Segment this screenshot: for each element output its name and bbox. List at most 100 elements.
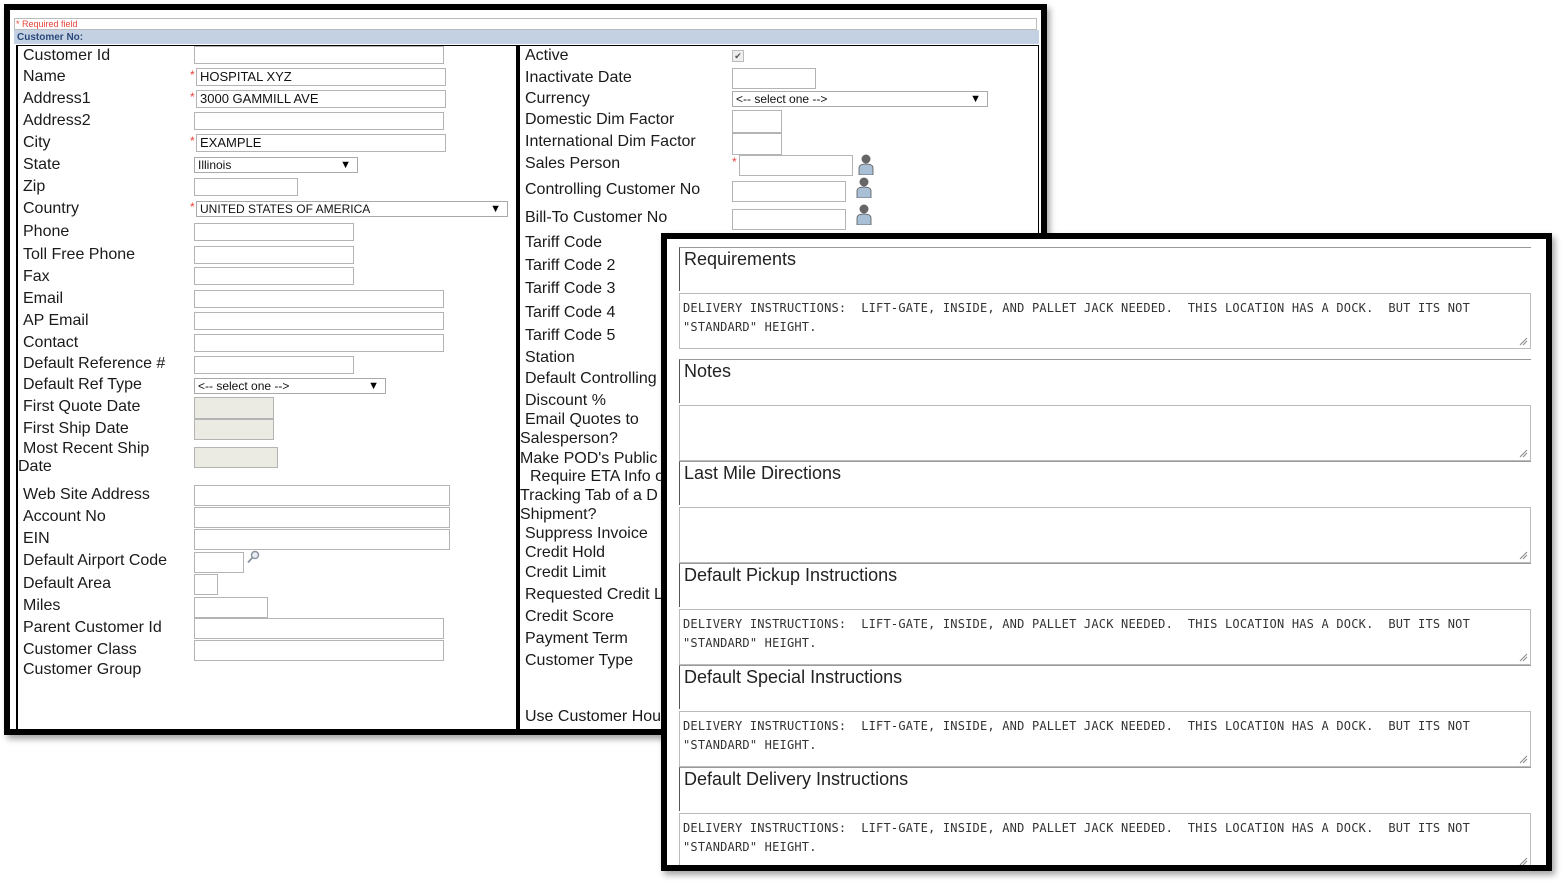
default-special-instructions-textarea[interactable]: DELIVERY INSTRUCTIONS: LIFT-GATE, INSIDE… [679,711,1531,767]
address1-label: Address1 [23,90,91,107]
credit-hold-label: Credit Hold [525,544,606,561]
required-marker: * [190,200,195,214]
state-select[interactable]: Illinois ▼ [194,157,358,173]
active-checkbox[interactable]: ✔ [732,50,744,62]
email-input[interactable] [194,290,444,308]
default-area-input[interactable] [194,574,218,595]
default-ref-type-select[interactable]: <-- select one --> ▼ [194,378,386,394]
chevron-down-icon: ▼ [368,380,379,392]
default-delivery-instructions-textarea[interactable]: DELIVERY INSTRUCTIONS: LIFT-GATE, INSIDE… [679,813,1531,865]
state-label: State [23,156,61,173]
default-reference-label: Default Reference # [23,355,166,372]
resize-grip-icon[interactable] [1518,754,1528,764]
zip-input[interactable] [194,178,298,196]
fax-label: Fax [23,268,50,285]
email-label: Email [23,290,64,307]
web-site-address-input[interactable] [194,485,450,506]
payment-term-label: Payment Term [525,630,628,647]
required-marker: * [732,155,737,169]
resize-grip-icon[interactable] [1518,856,1528,865]
default-reference-input[interactable] [194,356,354,374]
resize-grip-icon[interactable] [1518,336,1528,346]
parent-customer-id-input[interactable] [194,618,444,639]
country-select-value: UNITED STATES OF AMERICA [200,202,371,216]
city-input[interactable]: EXAMPLE [196,134,446,152]
default-ref-type-value: <-- select one --> [198,379,290,393]
requested-credit-label: Requested Credit L [525,586,663,603]
bill-to-customer-no-label: Bill-To Customer No [525,209,668,226]
address2-label: Address2 [23,112,91,129]
tariff-code-4-label: Tariff Code 4 [525,304,616,321]
domestic-dim-factor-label: Domestic Dim Factor [525,111,675,128]
ein-input[interactable] [194,529,450,550]
most-recent-ship-date-input [194,447,278,468]
account-no-input[interactable] [194,507,450,528]
toll-free-phone-label: Toll Free Phone [23,246,136,263]
default-pickup-instructions-textarea[interactable]: DELIVERY INSTRUCTIONS: LIFT-GATE, INSIDE… [679,609,1531,665]
first-quote-date-label: First Quote Date [23,398,141,415]
tariff-code-3-label: Tariff Code 3 [525,280,616,297]
address1-input[interactable]: 3000 GAMMILL AVE [196,90,446,108]
suppress-invoice-label: Suppress Invoice [525,525,648,542]
currency-select[interactable]: <-- select one --> ▼ [732,91,988,107]
bill-to-customer-no-input[interactable] [732,209,846,230]
instructions-window: Requirements DELIVERY INSTRUCTIONS: LIFT… [661,233,1552,871]
international-dim-factor-input[interactable] [732,133,782,155]
ap-email-input[interactable] [194,312,444,330]
web-site-address-label: Web Site Address [23,486,150,503]
miles-label: Miles [23,597,61,614]
person-lookup-icon[interactable] [856,153,876,175]
default-special-instructions-text: DELIVERY INSTRUCTIONS: LIFT-GATE, INSIDE… [683,719,1471,752]
search-lookup-icon[interactable] [246,550,260,564]
default-ref-type-label: Default Ref Type [23,376,142,393]
customer-class-input[interactable] [194,640,444,661]
notes-textarea[interactable] [679,405,1531,461]
default-controlling-label: Default Controlling [525,370,657,387]
city-label: City [23,134,51,151]
country-select[interactable]: UNITED STATES OF AMERICA ▼ [196,201,508,217]
last-mile-directions-textarea[interactable] [679,507,1531,563]
chevron-down-icon: ▼ [340,159,351,171]
requirements-textarea[interactable]: DELIVERY INSTRUCTIONS: LIFT-GATE, INSIDE… [679,293,1531,349]
resize-grip-icon[interactable] [1518,448,1528,458]
contact-input[interactable] [194,334,444,352]
toll-free-phone-input[interactable] [194,246,354,264]
default-airport-code-label: Default Airport Code [23,552,168,569]
chevron-down-icon: ▼ [490,203,501,215]
controlling-customer-no-input[interactable] [732,181,846,202]
name-input[interactable]: HOSPITAL XYZ [196,68,446,86]
default-pickup-instructions-text: DELIVERY INSTRUCTIONS: LIFT-GATE, INSIDE… [683,617,1471,650]
require-eta-label-line1: Require ETA Info o [530,468,664,485]
resize-grip-icon[interactable] [1518,652,1528,662]
email-quotes-label-line1: Email Quotes to [525,411,639,428]
domestic-dim-factor-input[interactable] [732,110,782,133]
customer-class-label: Customer Class [23,641,137,658]
address2-input[interactable] [194,112,444,130]
default-airport-code-input[interactable] [194,552,244,573]
fax-input[interactable] [194,267,354,285]
account-no-label: Account No [23,508,106,525]
notes-title: Notes [679,359,1531,403]
tariff-code-label: Tariff Code [525,234,603,251]
person-lookup-icon[interactable] [854,176,874,198]
credit-score-label: Credit Score [525,608,614,625]
sales-person-input[interactable] [739,155,853,176]
phone-input[interactable] [194,223,354,241]
contact-label: Contact [23,334,79,351]
default-special-instructions-title: Default Special Instructions [679,665,1531,709]
first-ship-date-input [194,419,274,440]
default-delivery-instructions-title: Default Delivery Instructions [679,767,1531,811]
customer-id-input[interactable] [194,46,444,64]
person-lookup-icon[interactable] [854,203,874,225]
resize-grip-icon[interactable] [1518,550,1528,560]
customer-left-panel: Customer Id Name * HOSPITAL XYZ Address1… [16,45,518,729]
inactivate-date-input[interactable] [732,68,816,89]
default-delivery-instructions-text: DELIVERY INSTRUCTIONS: LIFT-GATE, INSIDE… [683,821,1471,854]
station-label: Station [525,349,575,366]
miles-input[interactable] [194,597,268,618]
controlling-customer-no-label: Controlling Customer No [525,181,701,198]
customer-no-header: Customer No: [14,30,1039,44]
require-eta-label-line3: Shipment? [520,506,597,523]
credit-limit-label: Credit Limit [525,564,606,581]
parent-customer-id-label: Parent Customer Id [23,619,162,636]
